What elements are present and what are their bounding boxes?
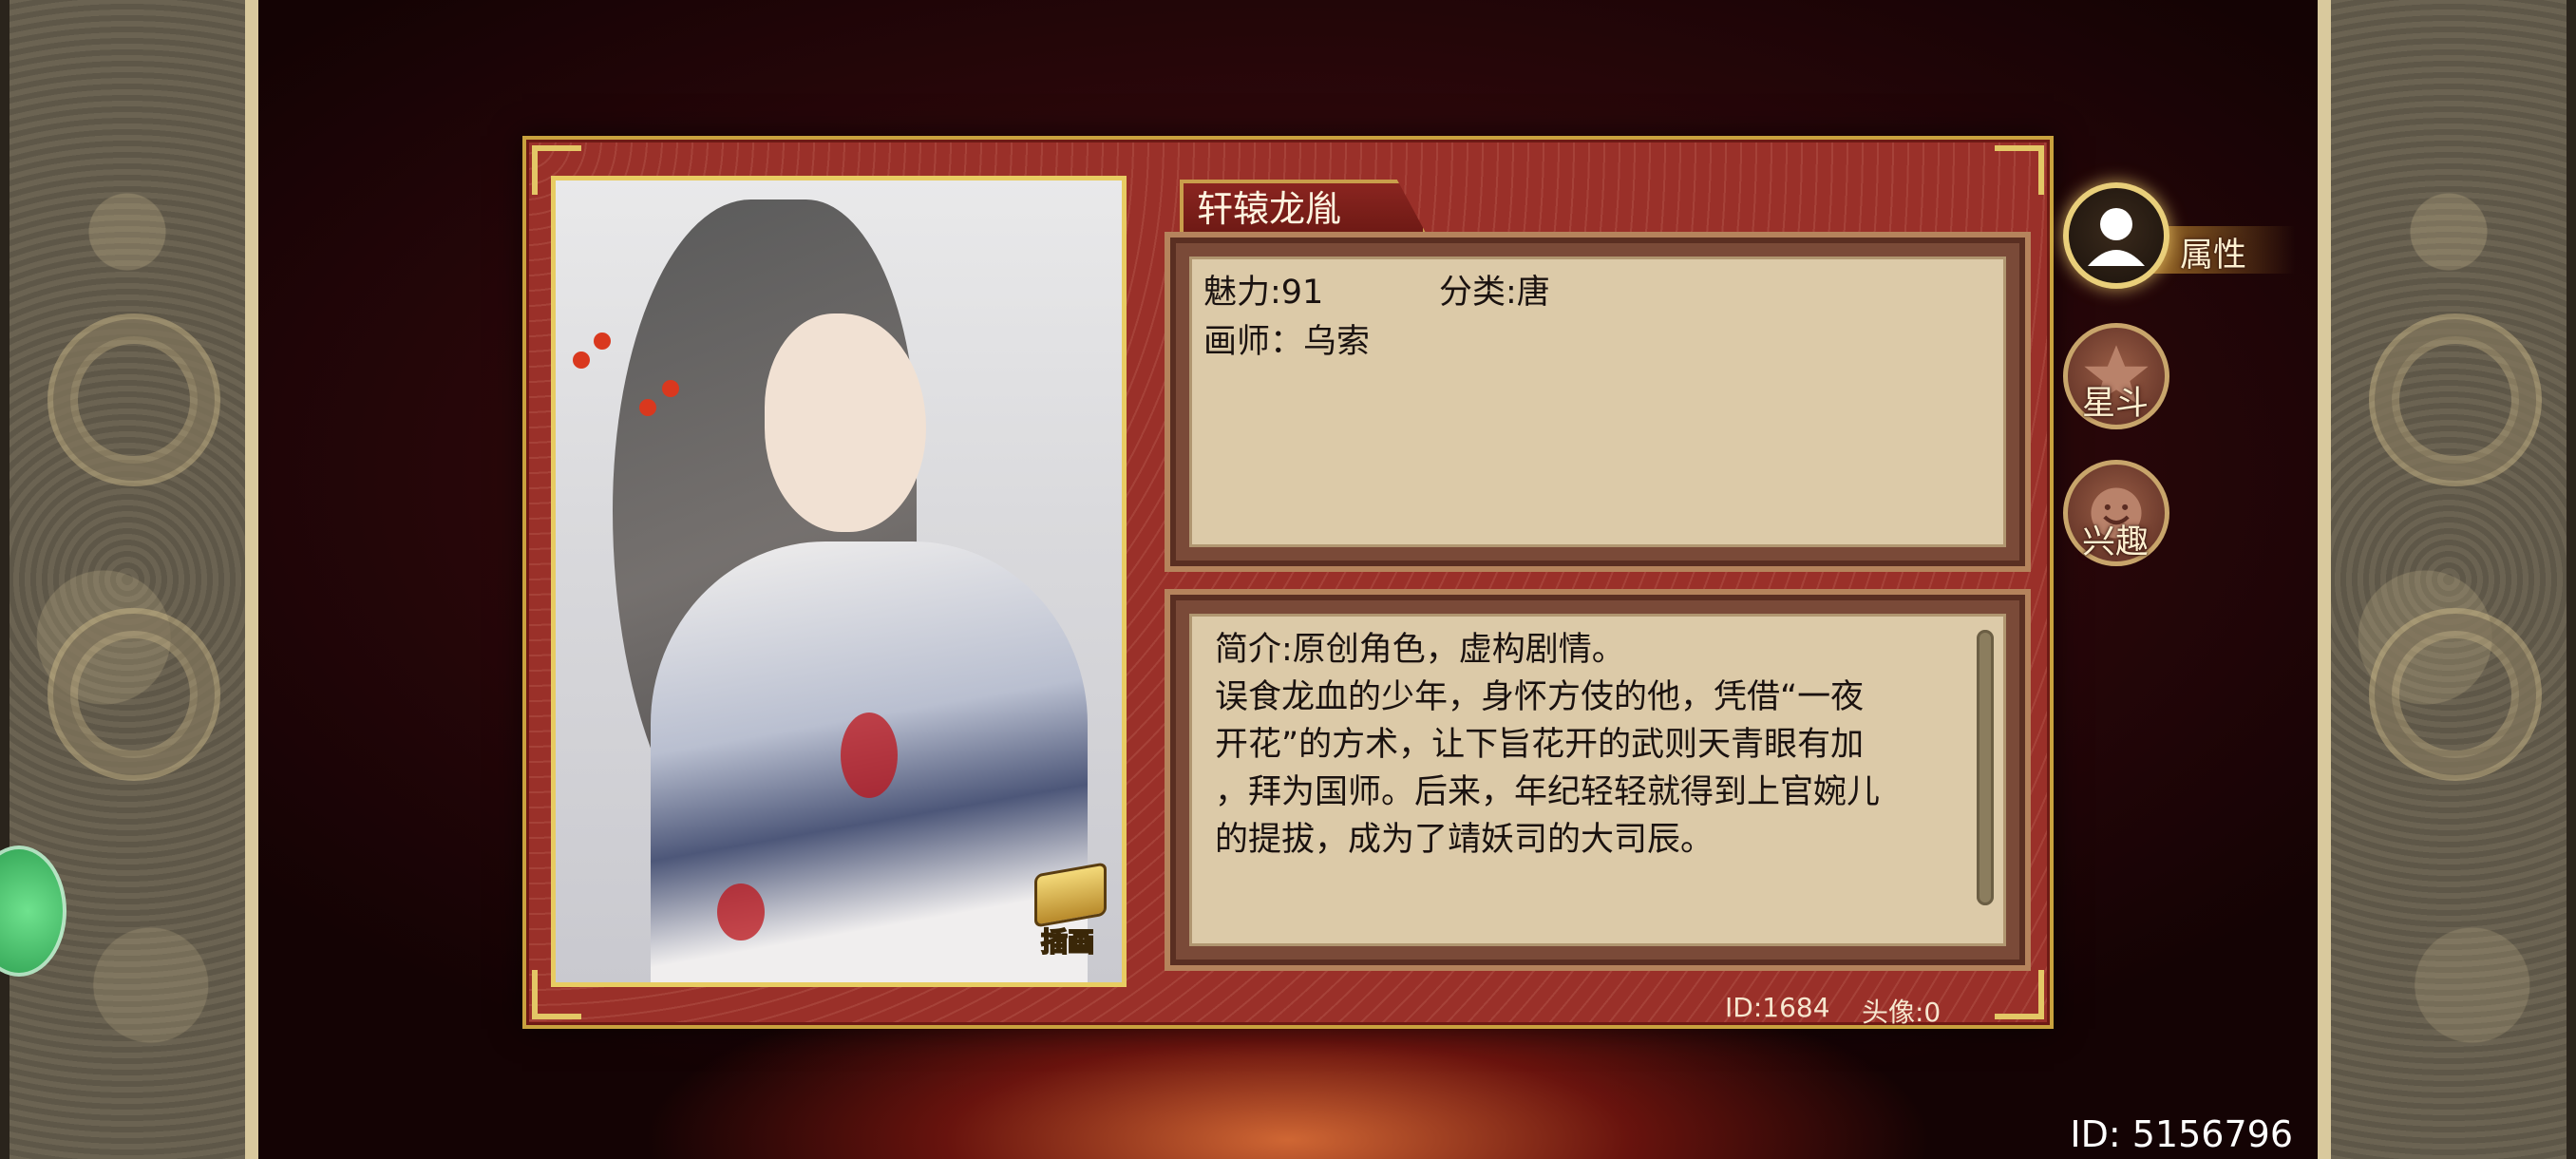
dragon-emblem-icon (47, 314, 220, 486)
corner-ornament (1995, 970, 2044, 1019)
character-portrait: 插画 (551, 176, 1127, 987)
intro-panel-inner[interactable]: 简介:原创角色，虚构剧情。 误食龙血的少年，身怀方伎的他，凭借“一夜 开花”的方… (1189, 614, 2006, 946)
charm-stat: 魅力:91 (1203, 274, 1324, 312)
scroll-icon (1034, 862, 1107, 928)
corner-ornament (1995, 145, 2044, 195)
plum-blossom (573, 352, 590, 369)
tab-attributes[interactable] (2063, 182, 2169, 289)
intro-line: 简介:原创角色，虚构剧情。 (1215, 631, 1625, 669)
plum-blossom (594, 332, 611, 350)
character-id: ID:1684 (1725, 992, 1830, 1023)
stats-panel: 魅力:91 分类:唐 画师：乌索 (1165, 232, 2031, 572)
category-stat: 分类:唐 (1439, 274, 1550, 312)
dragon-emblem-icon (2369, 608, 2542, 781)
character-name: 轩辕龙胤 (1197, 188, 1342, 230)
plum-blossom (639, 399, 656, 416)
right-decor-panel (2318, 0, 2576, 1159)
dragon-emblem-icon (2369, 314, 2542, 486)
illustration-label: 插画 (1040, 925, 1095, 959)
account-id: ID: 5156796 (2070, 1113, 2293, 1155)
stats-panel-inner: 魅力:91 分类:唐 画师：乌索 (1189, 256, 2006, 547)
intro-line: 开花”的方术，让下旨花开的武则天青眼有加 (1215, 726, 1865, 764)
portrait-blood-stain (841, 712, 898, 798)
person-icon (2088, 208, 2145, 266)
intro-line: ，拜为国师。后来，年纪轻轻就得到上官婉儿 (1215, 773, 1881, 811)
left-decor-panel (0, 0, 258, 1159)
avatar-count: 头像:0 (1862, 997, 1941, 1028)
illustration-button[interactable]: 插画 (1021, 862, 1114, 960)
tab-attributes-label[interactable]: 属性 (2180, 228, 2246, 276)
tab-stars-label[interactable]: 星斗 (2082, 376, 2149, 425)
intro-scrollbar[interactable] (1977, 630, 1994, 905)
intro-panel: 简介:原创角色，虚构剧情。 误食龙血的少年，身怀方伎的他，凭借“一夜 开花”的方… (1165, 589, 2031, 971)
tab-interests-label[interactable]: 兴趣 (2082, 515, 2149, 563)
artist-stat: 画师：乌索 (1203, 323, 1371, 361)
dragon-emblem-icon (47, 608, 220, 781)
plum-blossom (662, 380, 679, 397)
intro-text: 简介:原创角色，虚构剧情。 误食龙血的少年，身怀方伎的他，凭借“一夜 开花”的方… (1215, 626, 1899, 864)
intro-line: 误食龙血的少年，身怀方伎的他，凭借“一夜 (1215, 678, 1865, 716)
portrait-blood-stain (717, 884, 765, 940)
character-card: 插画 轩辕龙胤 魅力:91 分类:唐 画师：乌索 简介:原创角色，虚构剧情。 误… (522, 136, 2054, 1029)
intro-line: 的提拔，成为了靖妖司的大司辰。 (1215, 821, 1714, 859)
